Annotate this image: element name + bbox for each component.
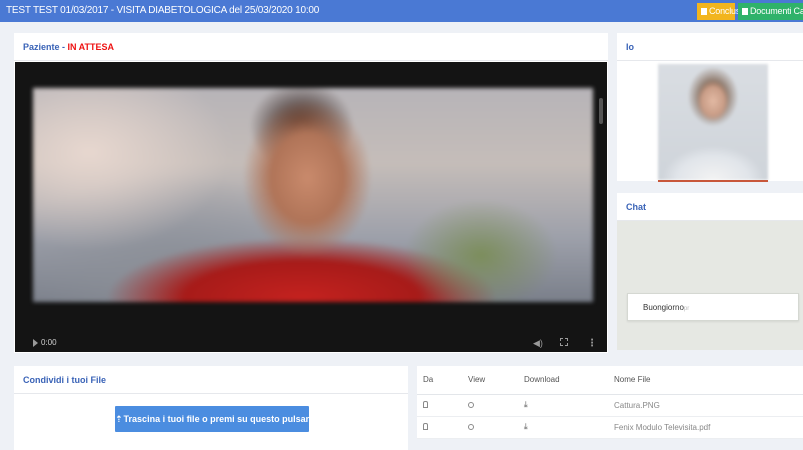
files-table: Da View Download Nome File ⤓ Cattura.PNG… [417, 366, 803, 439]
patient-panel-header: Paziente - IN ATTESA [14, 33, 608, 61]
column-da: Da [417, 366, 462, 395]
patient-video[interactable]: 0:00 ◀) ⋮ [15, 62, 607, 352]
chat-panel-header: Chat [617, 193, 803, 221]
column-nome-file: Nome File [608, 366, 803, 395]
upload-icon: ⇡ [115, 414, 123, 424]
column-download: Download [518, 366, 608, 395]
upload-label: Trascina i tuoi file o premi su questo p… [123, 414, 320, 424]
document-icon [701, 8, 707, 15]
eye-icon[interactable] [468, 401, 474, 408]
view-cell[interactable] [462, 394, 518, 417]
document-icon [742, 8, 748, 15]
patient-label: Paziente [23, 42, 60, 52]
chat-panel: Chat Buongiornopr [617, 193, 803, 350]
file-name-cell: Fenix Modulo Televisita.pdf [608, 416, 803, 439]
video-time: 0:00 [41, 338, 57, 347]
patient-separator: - [59, 42, 68, 52]
uploader-cell [417, 394, 462, 417]
file-name-cell: Cattura.PNG [608, 394, 803, 417]
upload-button[interactable]: ⇡Trascina i tuoi file o premi su questo … [115, 406, 319, 432]
video-scrollbar[interactable] [599, 98, 603, 124]
user-icon [423, 422, 428, 430]
self-panel-header: Io [617, 33, 803, 61]
play-icon[interactable] [33, 339, 38, 347]
self-video-bar [658, 180, 768, 182]
top-bar: TEST TEST 01/03/2017 - VISITA DIABETOLOG… [0, 0, 803, 22]
documenti-label: Documenti Caricati [750, 6, 803, 16]
download-cell[interactable]: ⤓ [518, 394, 608, 417]
conclusa-button[interactable]: Conclusa [697, 3, 745, 20]
chat-sender: pr [683, 306, 690, 312]
chat-message-text: Buongiorno [643, 303, 684, 312]
uploader-cell [417, 416, 462, 439]
patient-video-frame [33, 88, 593, 302]
fullscreen-icon[interactable] [560, 338, 568, 346]
files-table-header: Da View Download Nome File [417, 366, 803, 395]
self-video [658, 64, 768, 180]
column-view: View [462, 366, 518, 395]
share-panel: Condividi i tuoi File ⇡Trascina i tuoi f… [14, 366, 408, 450]
eye-icon[interactable] [468, 423, 474, 430]
volume-icon[interactable]: ◀) [533, 338, 543, 349]
user-icon [423, 400, 428, 408]
more-options-icon[interactable]: ⋮ [587, 338, 597, 349]
download-cell[interactable]: ⤓ [518, 416, 608, 439]
self-panel: Io [617, 33, 803, 182]
download-icon[interactable]: ⤓ [524, 422, 528, 432]
table-row: ⤓ Cattura.PNG [417, 394, 803, 417]
patient-status: IN ATTESA [67, 42, 115, 52]
documenti-caricati-button[interactable]: Documenti Caricati [738, 3, 803, 20]
share-panel-header: Condividi i tuoi File [14, 366, 408, 394]
table-row: ⤓ Fenix Modulo Televisita.pdf [417, 416, 803, 439]
patient-panel: Paziente - IN ATTESA 0:00 ◀) ⋮ [14, 33, 608, 353]
view-cell[interactable] [462, 416, 518, 439]
visit-title: TEST TEST 01/03/2017 - VISITA DIABETOLOG… [6, 5, 320, 16]
chat-area: Buongiornopr [617, 221, 803, 350]
chat-message: Buongiornopr [627, 293, 799, 321]
download-icon[interactable]: ⤓ [524, 400, 528, 410]
video-controls: 0:00 ◀) ⋮ [15, 338, 607, 352]
